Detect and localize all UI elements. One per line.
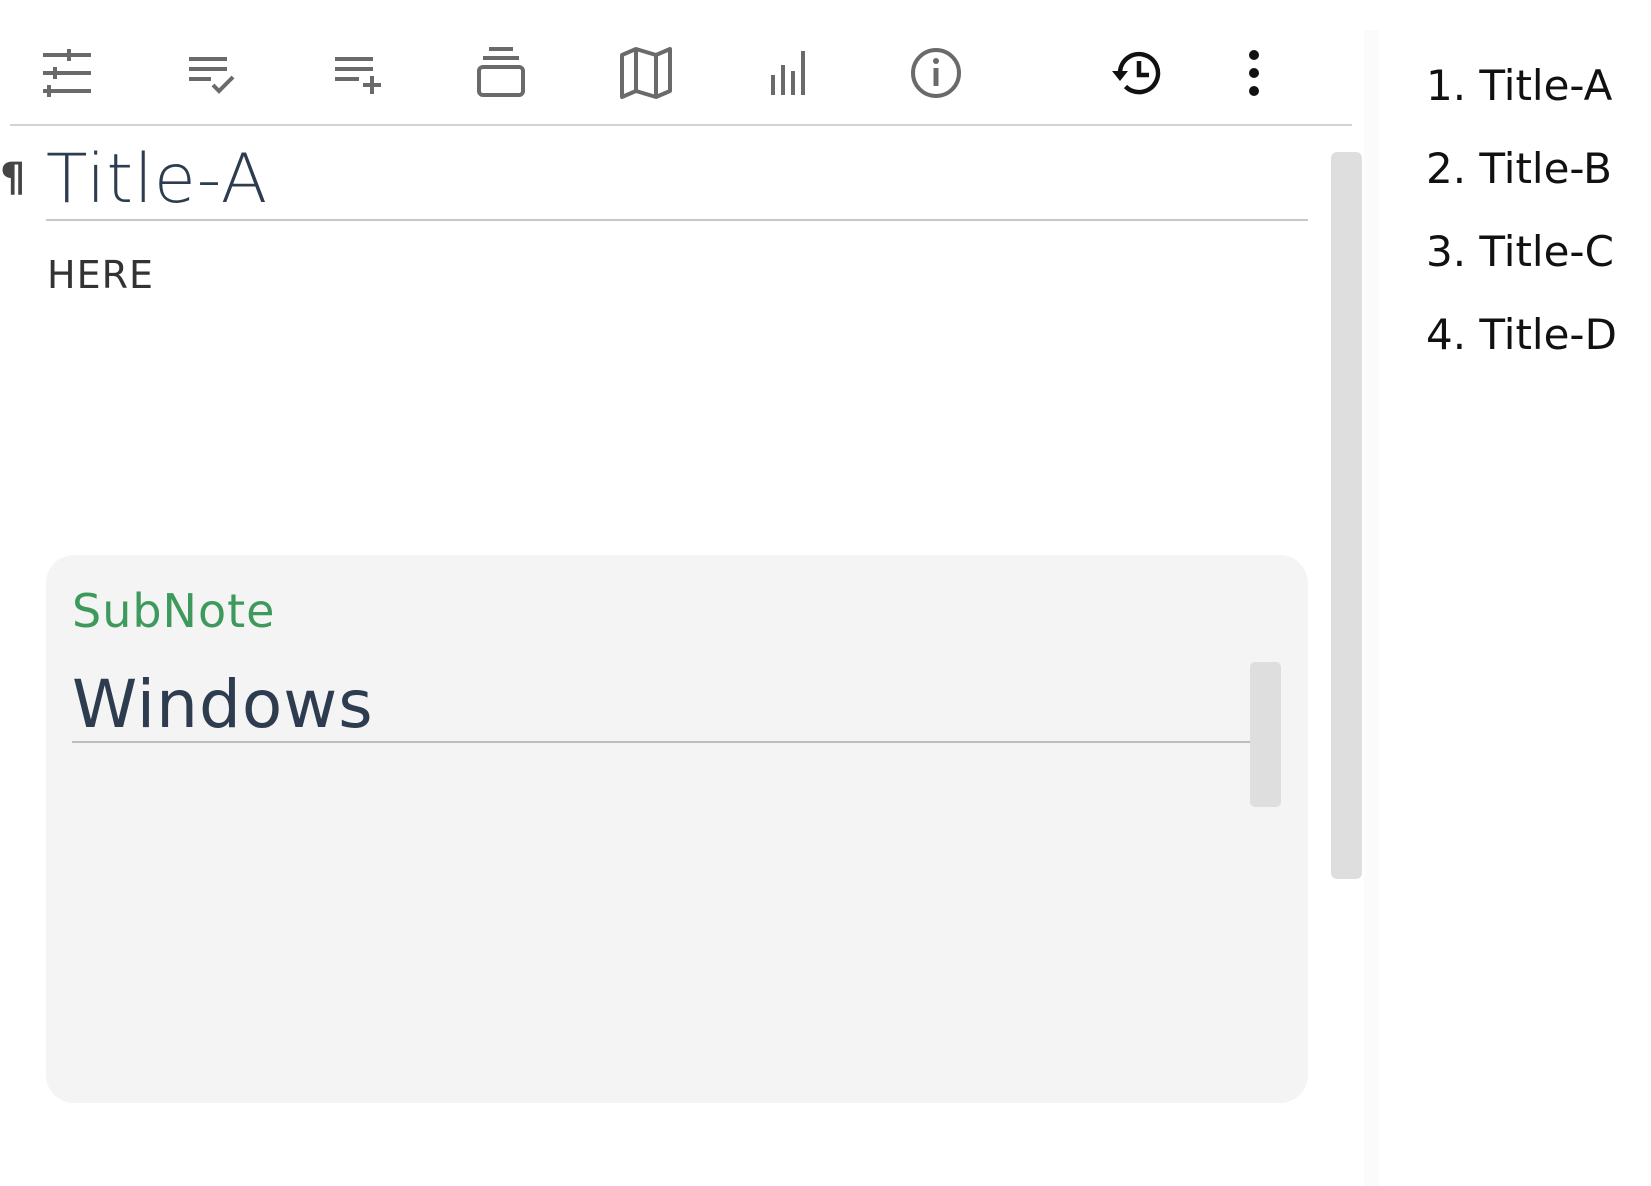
note-title[interactable]: Title-A [46,138,268,222]
table-of-contents: 1. Title-A 2. Title-B 3. Title-C 4. Titl… [1426,60,1617,392]
panel-divider [1364,30,1379,1186]
checklist-icon [189,57,235,94]
more-options-button[interactable] [1225,44,1283,102]
map-button[interactable] [617,44,675,102]
playlist-add-icon [335,57,381,94]
subnote-label: SubNote [72,584,276,638]
subnote-title[interactable]: Windows [72,663,374,747]
history-icon [1112,51,1161,95]
subnote-title-divider [72,741,1250,743]
toolbar-divider [10,124,1352,126]
stack-button[interactable] [472,44,530,102]
paragraph-marker-icon[interactable]: ¶ [0,153,26,203]
toc-item-2[interactable]: 2. Title-B [1426,143,1617,195]
info-button[interactable] [907,44,965,102]
title-divider [46,219,1308,221]
bar-chart-icon [771,51,805,95]
more-vertical-icon [1249,50,1259,96]
editor-scrollbar-track[interactable] [1331,152,1362,879]
tune-sliders-icon [43,49,91,97]
stats-button[interactable] [762,44,820,102]
settings-button[interactable] [38,44,96,102]
toc-item-4[interactable]: 4. Title-D [1426,309,1617,361]
add-list-button[interactable] [328,44,386,102]
subnote-scrollbar[interactable] [1250,662,1281,807]
map-icon [620,47,672,99]
info-icon [911,48,961,98]
subnote-card[interactable]: SubNote Windows [46,555,1308,1103]
note-body[interactable]: HERE [47,250,154,300]
editor-scrollbar-thumb[interactable] [1331,152,1362,879]
toc-item-3[interactable]: 3. Title-C [1426,226,1617,278]
stack-icon [477,47,525,97]
note-editor: ¶ Title-A HERE SubNote Windows [0,0,1364,1186]
toc-item-1[interactable]: 1. Title-A [1426,60,1617,112]
checklist-button[interactable] [182,44,240,102]
toolbar [0,0,1352,126]
history-button[interactable] [1108,44,1166,102]
